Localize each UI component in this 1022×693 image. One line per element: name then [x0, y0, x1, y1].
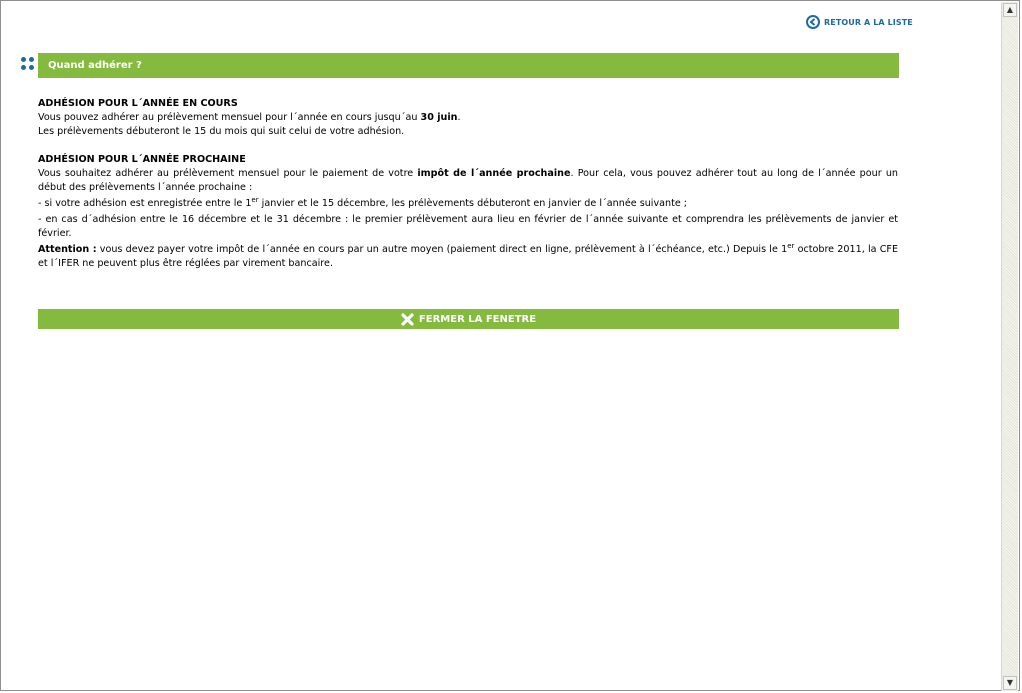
next-year-heading: ADHÉSION POUR L´ANNÉE PROCHAINE: [38, 154, 246, 165]
bullet-dots-icon: [21, 57, 35, 71]
attention-note: Attention : vous devez payer votre impôt…: [38, 241, 899, 269]
back-arrow-icon: [806, 15, 820, 29]
current-year-line1: Vous pouvez adhérer au prélèvement mensu…: [38, 112, 461, 123]
next-year-bullet-2: - en cas d´adhésion entre le 16 décembre…: [38, 214, 898, 239]
next-year-bullet-1: - si votre adhésion est enregistrée entr…: [38, 195, 688, 209]
vertical-scrollbar[interactable]: ▲ ▼: [1001, 2, 1018, 691]
close-icon: [401, 312, 414, 326]
scroll-up-icon[interactable]: ▲: [1003, 3, 1017, 17]
close-window-label: FERMER LA FENETRE: [418, 313, 537, 325]
next-year-intro: Vous souhaitez adhérer au prélèvement me…: [38, 168, 898, 193]
back-to-list-label: RETOUR A LA LISTE: [824, 17, 913, 27]
back-to-list-link[interactable]: RETOUR A LA LISTE: [806, 13, 913, 31]
current-year-line2: Les prélèvements débuteront le 15 du moi…: [38, 126, 405, 137]
section-title: Quand adhérer ?: [38, 53, 899, 78]
info-content: ADHÉSION POUR L´ANNÉE EN COURS Vous pouv…: [38, 97, 898, 271]
current-year-heading: ADHÉSION POUR L´ANNÉE EN COURS: [38, 98, 238, 109]
scroll-track[interactable]: [1003, 18, 1017, 675]
close-window-button[interactable]: FERMER LA FENETRE: [38, 309, 899, 329]
popup-window: RETOUR A LA LISTE Quand adhérer ? ADHÉSI…: [0, 0, 1020, 691]
section-header: Quand adhérer ?: [21, 53, 899, 78]
scroll-down-icon[interactable]: ▼: [1003, 676, 1017, 690]
